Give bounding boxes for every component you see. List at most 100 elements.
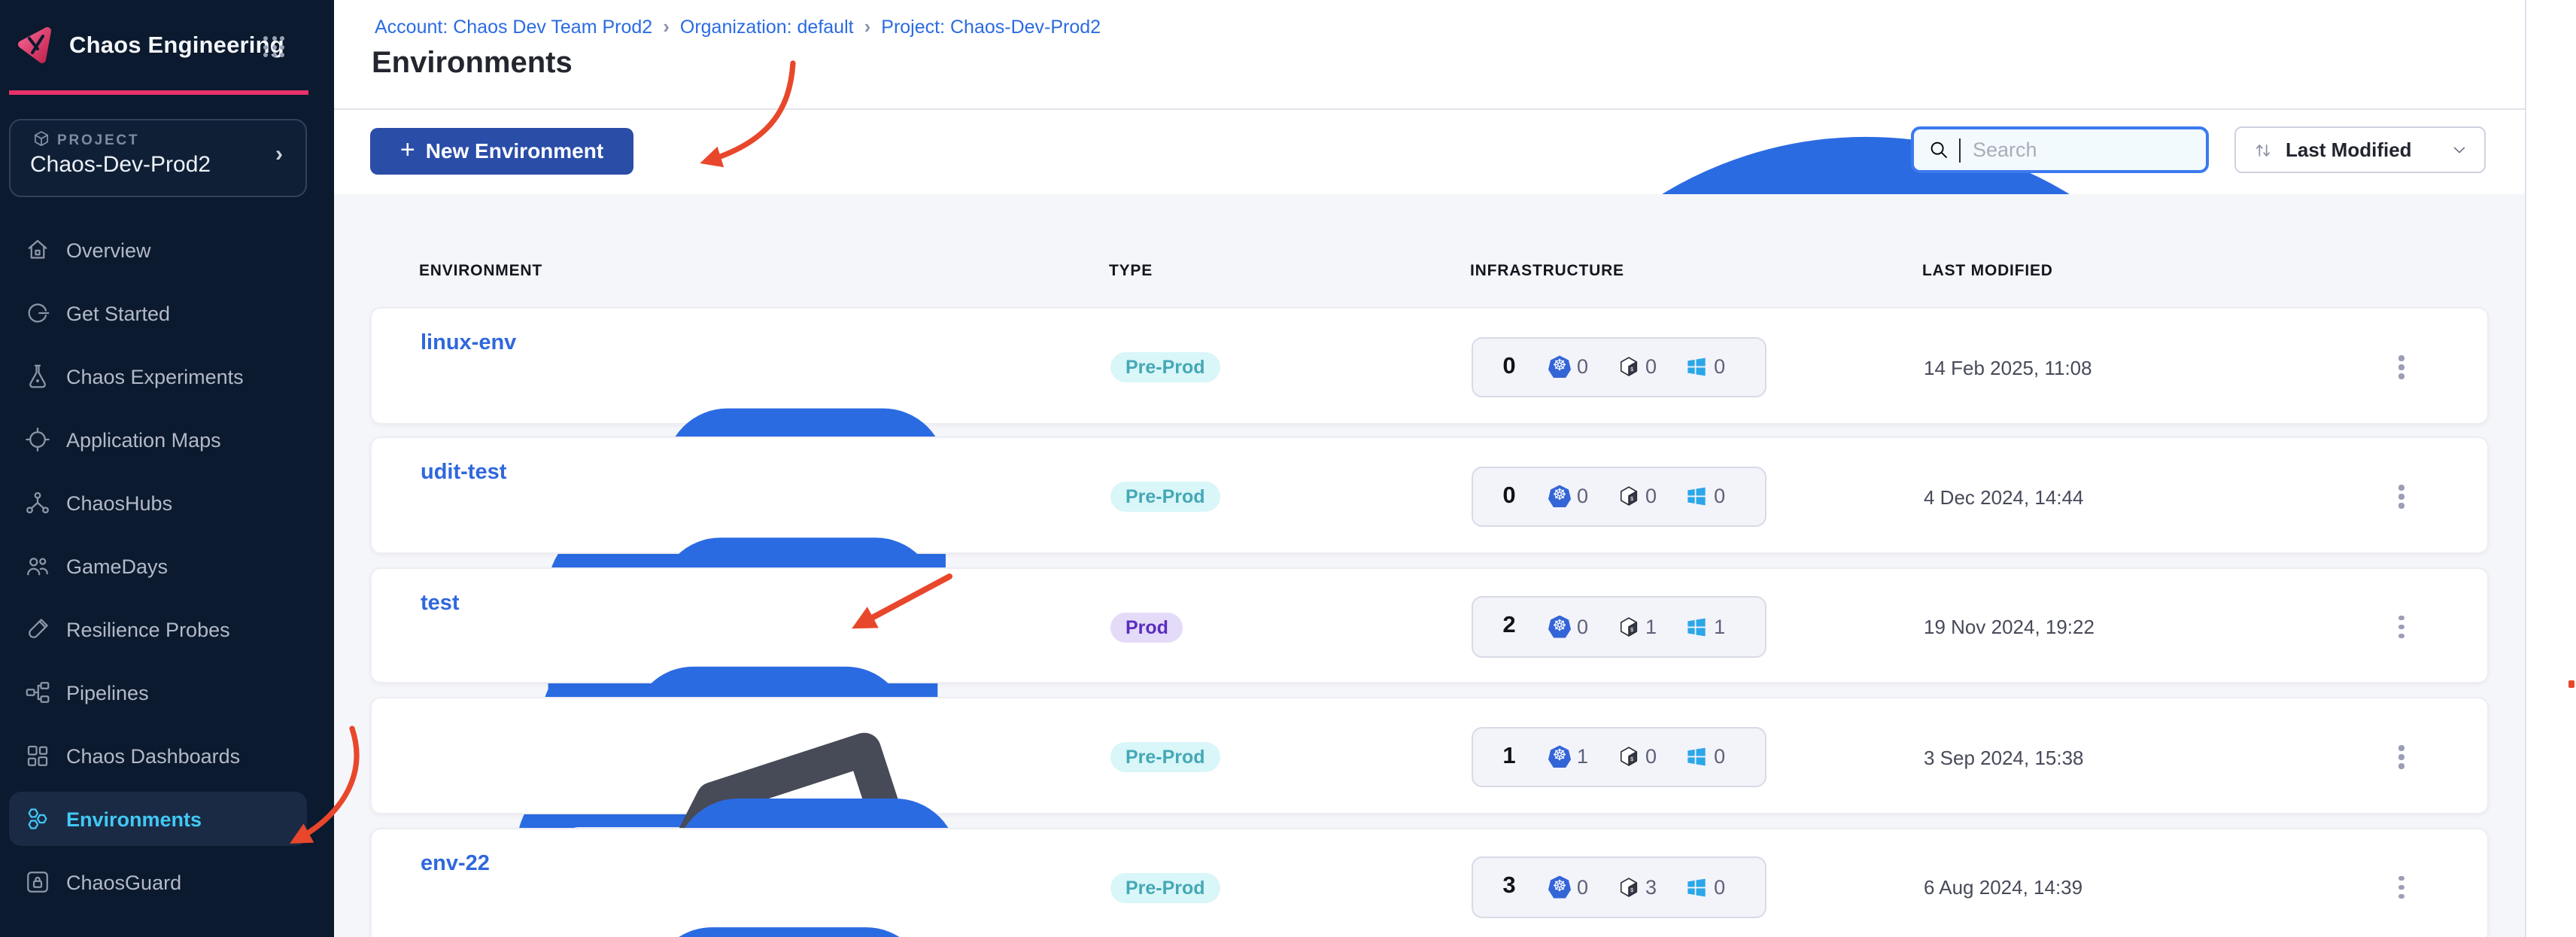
- infra-total-count: 0: [1502, 482, 1516, 509]
- sidebar: Chaos Engineering PROJECT Chaos-Dev-Prod…: [0, 0, 334, 937]
- target-icon: [24, 426, 51, 453]
- sidebar-item-pipelines[interactable]: Pipelines: [9, 665, 307, 719]
- kubernetes-count: 0: [1577, 355, 1589, 379]
- table-row[interactable]: env-22 ID: env22 Pre-Prod 3 ☸0 $3 0 6 Au…: [370, 827, 2489, 937]
- breadcrumb-separator: ›: [663, 15, 670, 38]
- breadcrumb-account[interactable]: Account: Chaos Dev Team Prod2: [375, 16, 652, 37]
- home-icon: [24, 236, 51, 263]
- plus-icon: +: [399, 135, 415, 164]
- sidebar-item-chaoshubs[interactable]: ChaosHubs: [9, 476, 307, 530]
- linux-machine-icon: $: [1619, 357, 1637, 377]
- linux-machine-icon: $: [1619, 877, 1637, 897]
- breadcrumb-project[interactable]: Project: Chaos-Dev-Prod2: [881, 16, 1101, 37]
- sidebar-item-label: GameDays: [66, 555, 169, 577]
- search-input[interactable]: [1970, 137, 2171, 163]
- chevron-down-icon: [2453, 147, 2465, 154]
- last-modified: 4 Dec 2024, 14:44: [1924, 485, 2084, 508]
- project-label: PROJECT: [57, 132, 140, 149]
- test-tube-icon: [24, 616, 51, 643]
- scrollbar-gutter[interactable]: [2525, 0, 2576, 937]
- sidebar-item-overview[interactable]: Overview: [9, 223, 307, 277]
- environment-name-link[interactable]: test: [421, 591, 460, 615]
- windows-icon: [1687, 878, 1706, 896]
- column-header-last-modified: LAST MODIFIED: [1922, 262, 2053, 280]
- app-window: Chaos Engineering PROJECT Chaos-Dev-Prod…: [0, 0, 2576, 937]
- svg-text:$: $: [1630, 887, 1633, 893]
- sidebar-item-chaosguard[interactable]: ChaosGuard: [9, 855, 307, 909]
- sidebar-item-gamedays[interactable]: GameDays: [9, 539, 307, 593]
- brand-title: Chaos Engineering: [69, 33, 284, 59]
- sidebar-item-chaos-dashboards[interactable]: Chaos Dashboards: [9, 729, 307, 783]
- infrastructure-summary: 3 ☸ 0 $3 0: [1472, 856, 1766, 917]
- sidebar-item-chaos-experiments[interactable]: Chaos Experiments: [9, 349, 307, 403]
- brand-underline: [9, 90, 308, 94]
- environment-name-link[interactable]: env-22: [421, 851, 490, 875]
- table-row[interactable]: test ID: test Prod 2 ☸0 $1 1 19 Nov 2024…: [370, 567, 2489, 937]
- type-badge: Pre-Prod: [1110, 742, 1220, 772]
- windows-icon: [1687, 488, 1706, 506]
- row-menu-kebab-icon[interactable]: [2391, 868, 2412, 907]
- copy-icon[interactable]: [500, 893, 963, 937]
- row-menu-kebab-icon[interactable]: [2391, 477, 2412, 516]
- people-icon: [24, 552, 51, 580]
- type-badge: Prod: [1110, 612, 1183, 642]
- pipeline-icon: [24, 679, 51, 706]
- sidebar-item-label: Chaos Experiments: [66, 365, 244, 388]
- harness-chaos-logo: [18, 27, 51, 63]
- kubernetes-count: 0: [1577, 485, 1589, 508]
- column-header-type: TYPE: [1109, 262, 1153, 280]
- infrastructure-summary: 2 ☸ 0 $1 1: [1472, 596, 1766, 657]
- sidebar-item-resilience-probes[interactable]: Resilience Probes: [9, 602, 307, 656]
- breadcrumb-separator: ›: [864, 15, 871, 38]
- windows-icon: [1687, 358, 1706, 376]
- project-name: Chaos-Dev-Prod2: [30, 152, 211, 178]
- new-environment-button[interactable]: + New Environment: [370, 128, 633, 174]
- scrollbar-marker: [2568, 680, 2574, 688]
- environment-name-link[interactable]: linux-env: [421, 331, 516, 355]
- page-title: Environments: [372, 47, 573, 80]
- sidebar-item-label: Application Maps: [66, 428, 221, 451]
- svg-text:$: $: [1630, 627, 1633, 633]
- column-header-environment: ENVIRONMENT: [419, 262, 542, 280]
- linux-count: 0: [1645, 485, 1657, 508]
- infrastructure-summary: 0 ☸ 0 $0 0: [1472, 466, 1766, 527]
- last-modified: 3 Sep 2024, 15:38: [1924, 746, 2084, 768]
- infra-total-count: 2: [1502, 613, 1516, 639]
- sort-label: Last Modified: [2286, 138, 2412, 161]
- chevron-right-icon: ›: [275, 141, 283, 167]
- windows-icon: [1687, 618, 1706, 636]
- sidebar-item-label: ChaosGuard: [66, 871, 182, 893]
- flask-icon: [24, 363, 51, 390]
- row-menu-kebab-icon[interactable]: [2391, 607, 2412, 646]
- dashboard-icon: [24, 742, 51, 769]
- lock-icon: [24, 869, 51, 896]
- svg-text:$: $: [1630, 367, 1633, 373]
- type-badge: Pre-Prod: [1110, 352, 1220, 382]
- breadcrumb-organization[interactable]: Organization: default: [680, 16, 854, 37]
- table-row[interactable]: udit-test ID: udittest Pre-Prod 0 ☸0 $0 …: [370, 437, 2489, 933]
- environment-name-link[interactable]: udit-test: [421, 461, 506, 485]
- infrastructure-summary: 0 ☸ 0 $0 0: [1472, 336, 1766, 397]
- row-menu-kebab-icon[interactable]: [2391, 738, 2412, 777]
- sidebar-item-get-started[interactable]: Get Started: [9, 286, 307, 340]
- kubernetes-icon: ☸: [1548, 615, 1571, 638]
- linux-machine-icon: $: [1619, 747, 1637, 767]
- sidebar-item-environments[interactable]: Environments: [9, 792, 307, 846]
- table-row[interactable]: linux-env ID: linuxenv Pre-Prod 0 ☸0 $0 …: [370, 307, 2489, 805]
- linux-count: 3: [1645, 875, 1657, 899]
- text-cursor: [1959, 138, 1961, 162]
- sidebar-item-application-maps[interactable]: Application Maps: [9, 412, 307, 467]
- cube-icon: [35, 131, 48, 147]
- column-header-infrastructure: INFRASTRUCTURE: [1470, 262, 1624, 280]
- linux-count: 0: [1645, 355, 1657, 379]
- table-row[interactable]: demo-coles 3 ID: democole Pre-Prod 1 ☸1 …: [370, 697, 2489, 937]
- kubernetes-icon: ☸: [1548, 745, 1571, 768]
- header-divider: [334, 108, 2576, 109]
- sort-dropdown[interactable]: Last Modified: [2234, 126, 2486, 173]
- search-box: [1911, 126, 2209, 173]
- sidebar-item-label: Environments: [66, 808, 202, 830]
- kubernetes-count: 0: [1577, 875, 1589, 899]
- nav-grid-icon[interactable]: [263, 36, 287, 60]
- sidebar-item-label: Overview: [66, 239, 151, 261]
- row-menu-kebab-icon[interactable]: [2391, 348, 2412, 387]
